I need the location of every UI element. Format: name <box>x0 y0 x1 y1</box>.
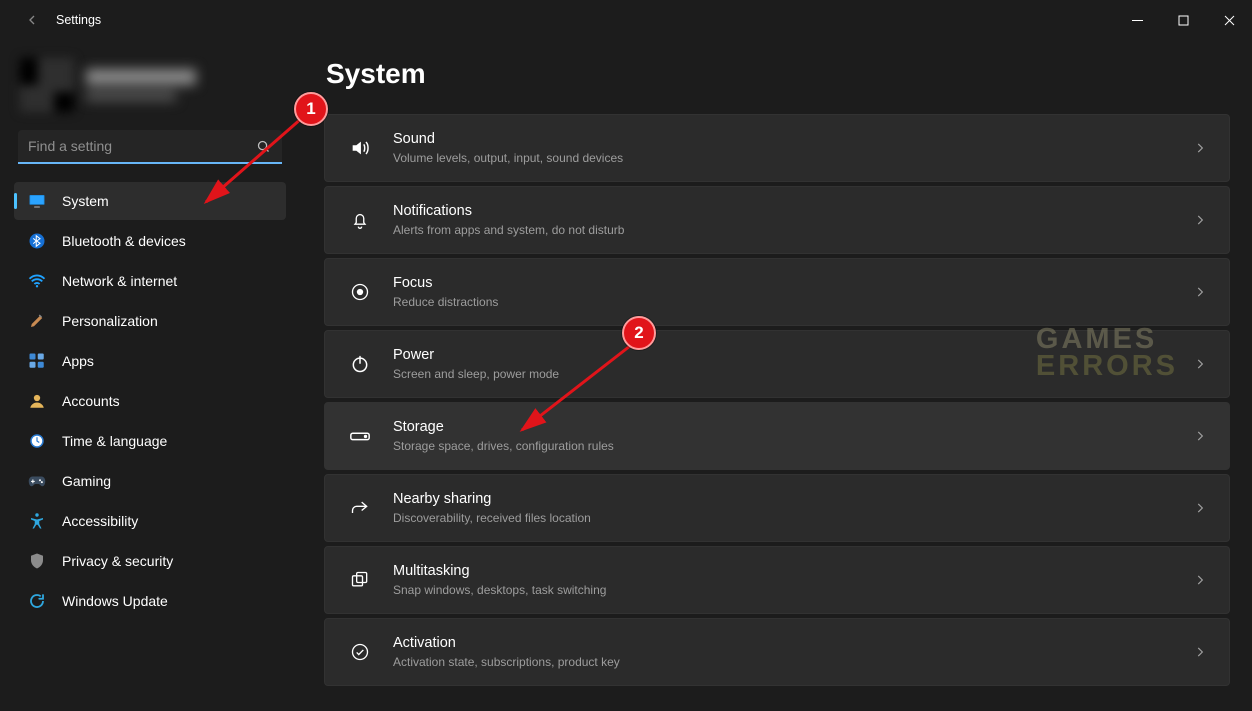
gamepad-icon <box>28 472 46 490</box>
card-storage[interactable]: Storage Storage space, drives, configura… <box>324 402 1230 470</box>
page-title: System <box>326 58 1230 90</box>
sidebar-nav: System Bluetooth & devices Network & int… <box>14 182 286 620</box>
user-block[interactable] <box>14 54 286 126</box>
chevron-right-icon <box>1193 213 1207 227</box>
accessibility-icon <box>28 512 46 530</box>
window-controls <box>1114 0 1252 40</box>
sidebar-item-label: Network & internet <box>62 273 177 289</box>
sidebar-item-apps[interactable]: Apps <box>14 342 286 380</box>
card-nearby-sharing[interactable]: Nearby sharing Discoverability, received… <box>324 474 1230 542</box>
sidebar-item-label: Bluetooth & devices <box>62 233 186 249</box>
search-wrap <box>18 130 282 164</box>
card-sound[interactable]: Sound Volume levels, output, input, soun… <box>324 114 1230 182</box>
bell-icon <box>349 209 371 231</box>
paintbrush-icon <box>28 312 46 330</box>
card-desc: Snap windows, desktops, task switching <box>393 582 1193 598</box>
monitor-icon <box>28 192 46 210</box>
card-title: Power <box>393 346 1193 364</box>
card-desc: Reduce distractions <box>393 294 1193 310</box>
card-title: Multitasking <box>393 562 1193 580</box>
sidebar-item-label: Privacy & security <box>62 553 173 569</box>
close-button[interactable] <box>1206 0 1252 40</box>
sidebar-item-accessibility[interactable]: Accessibility <box>14 502 286 540</box>
card-power[interactable]: Power Screen and sleep, power mode <box>324 330 1230 398</box>
focus-icon <box>349 281 371 303</box>
share-icon <box>349 497 371 519</box>
search-input[interactable] <box>18 130 282 164</box>
card-desc: Storage space, drives, configuration rul… <box>393 438 1193 454</box>
card-title: Focus <box>393 274 1193 292</box>
sidebar-item-label: Apps <box>62 353 94 369</box>
shield-icon <box>28 552 46 570</box>
card-focus[interactable]: Focus Reduce distractions <box>324 258 1230 326</box>
avatar <box>20 58 74 112</box>
sidebar-item-label: Accounts <box>62 393 120 409</box>
maximize-button[interactable] <box>1160 0 1206 40</box>
check-circle-icon <box>349 641 371 663</box>
storage-icon <box>349 425 371 447</box>
back-button[interactable] <box>22 10 42 30</box>
card-multitasking[interactable]: Multitasking Snap windows, desktops, tas… <box>324 546 1230 614</box>
card-notifications[interactable]: Notifications Alerts from apps and syste… <box>324 186 1230 254</box>
minimize-button[interactable] <box>1114 0 1160 40</box>
sidebar-item-label: Time & language <box>62 433 167 449</box>
card-activation[interactable]: Activation Activation state, subscriptio… <box>324 618 1230 686</box>
card-desc: Alerts from apps and system, do not dist… <box>393 222 1193 238</box>
card-title: Storage <box>393 418 1193 436</box>
sidebar-item-accounts[interactable]: Accounts <box>14 382 286 420</box>
sidebar-item-label: Windows Update <box>62 593 168 609</box>
update-icon <box>28 592 46 610</box>
sidebar-item-label: Accessibility <box>62 513 138 529</box>
card-title: Notifications <box>393 202 1193 220</box>
card-desc: Volume levels, output, input, sound devi… <box>393 150 1193 166</box>
sidebar-item-label: Personalization <box>62 313 158 329</box>
sound-icon <box>349 137 371 159</box>
sidebar-item-system[interactable]: System <box>14 182 286 220</box>
sidebar-item-label: System <box>62 193 109 209</box>
card-desc: Discoverability, received files location <box>393 510 1193 526</box>
sidebar: System Bluetooth & devices Network & int… <box>0 40 300 711</box>
sidebar-item-privacy[interactable]: Privacy & security <box>14 542 286 580</box>
chevron-right-icon <box>1193 573 1207 587</box>
chevron-right-icon <box>1193 141 1207 155</box>
clock-globe-icon <box>28 432 46 450</box>
card-list: Sound Volume levels, output, input, soun… <box>324 114 1230 686</box>
chevron-right-icon <box>1193 645 1207 659</box>
sidebar-item-time-language[interactable]: Time & language <box>14 422 286 460</box>
sidebar-item-label: Gaming <box>62 473 111 489</box>
search-icon <box>256 139 272 155</box>
titlebar-left: Settings <box>0 10 101 30</box>
sidebar-item-gaming[interactable]: Gaming <box>14 462 286 500</box>
sidebar-item-windows-update[interactable]: Windows Update <box>14 582 286 620</box>
card-title: Nearby sharing <box>393 490 1193 508</box>
card-desc: Screen and sleep, power mode <box>393 366 1193 382</box>
chevron-right-icon <box>1193 501 1207 515</box>
chevron-right-icon <box>1193 357 1207 371</box>
power-icon <box>349 353 371 375</box>
content: System Sound Volume levels, output, inpu… <box>300 40 1252 711</box>
sidebar-item-personalization[interactable]: Personalization <box>14 302 286 340</box>
apps-icon <box>28 352 46 370</box>
app-title: Settings <box>56 13 101 27</box>
titlebar: Settings <box>0 0 1252 40</box>
bluetooth-icon <box>28 232 46 250</box>
card-title: Sound <box>393 130 1193 148</box>
person-icon <box>28 392 46 410</box>
wifi-icon <box>28 272 46 290</box>
sidebar-item-bluetooth[interactable]: Bluetooth & devices <box>14 222 286 260</box>
card-title: Activation <box>393 634 1193 652</box>
sidebar-item-network[interactable]: Network & internet <box>14 262 286 300</box>
chevron-right-icon <box>1193 285 1207 299</box>
user-text <box>86 69 196 101</box>
card-desc: Activation state, subscriptions, product… <box>393 654 1193 670</box>
chevron-right-icon <box>1193 429 1207 443</box>
multitasking-icon <box>349 569 371 591</box>
